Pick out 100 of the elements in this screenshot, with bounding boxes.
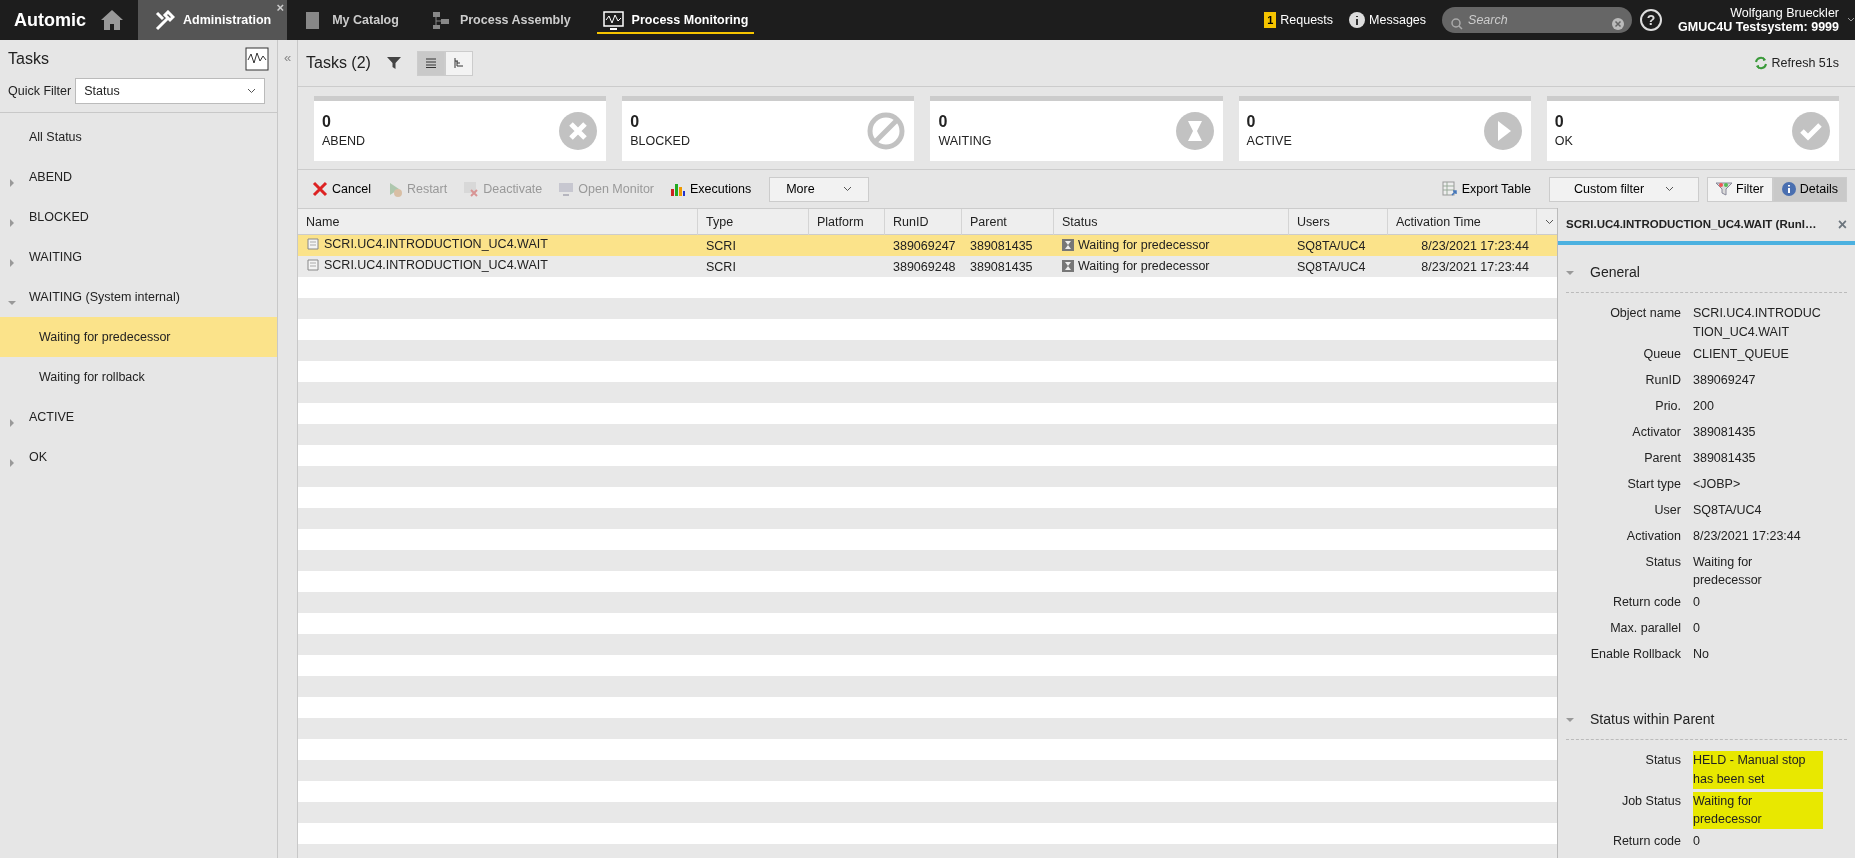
- table-cell: 389081435: [970, 238, 1033, 253]
- field-value: Waiting for predecessor: [1693, 791, 1823, 829]
- check-circle-icon: [1791, 111, 1831, 151]
- info-icon: [1781, 182, 1796, 196]
- section-header[interactable]: General: [1566, 253, 1847, 293]
- tree-item[interactable]: Waiting for predecessor: [0, 317, 277, 357]
- more-dropdown[interactable]: More: [769, 176, 870, 202]
- field-label: Parent: [1643, 449, 1682, 467]
- field-value: 0: [1693, 594, 1701, 611]
- chevron-down-icon[interactable]: [247, 88, 257, 94]
- status-label: OK: [1554, 133, 1573, 150]
- status-card[interactable]: 0 BLOCKED: [622, 96, 915, 161]
- tree-item[interactable]: Waiting for rollback: [0, 357, 277, 397]
- script-icon: [306, 237, 320, 252]
- chevron-down-icon[interactable]: [1847, 17, 1855, 23]
- table-cell: 389069247: [893, 238, 956, 253]
- nav-tab[interactable]: Process Assembly: [414, 0, 587, 40]
- script-icon: [306, 258, 320, 273]
- custom-filter-dropdown[interactable]: Custom filter: [1549, 176, 1699, 202]
- table-cell: 8/23/2021 17:23:44: [1421, 238, 1529, 253]
- help-button[interactable]: ?: [1640, 9, 1663, 31]
- caret-down-icon: [1566, 715, 1574, 724]
- section-title: General: [1590, 263, 1640, 282]
- status-card[interactable]: 0 ACTIVE: [1238, 96, 1531, 161]
- hourglass-icon: [1062, 238, 1074, 251]
- status-card[interactable]: 0 ABEND: [314, 96, 607, 161]
- field-label: Max. parallel: [1609, 620, 1682, 637]
- close-icon[interactable]: ×: [276, 0, 285, 18]
- system-name[interactable]: GMUC4U Testsystem: 9999: [1678, 20, 1839, 35]
- tools-icon: [154, 9, 175, 31]
- chevron-down-icon[interactable]: [843, 186, 853, 192]
- play-icon: [1482, 111, 1523, 151]
- field-label: RunID: [1644, 371, 1682, 389]
- table-cell: 389069248: [893, 259, 956, 274]
- status-card[interactable]: 0 OK: [1546, 96, 1839, 161]
- tree-item[interactable]: WAITING: [0, 237, 277, 277]
- table-cell-text: Waiting for predecessor: [1078, 236, 1210, 254]
- status-count: 0: [322, 112, 332, 133]
- table-row[interactable]: SCRI.UC4.INTRODUCTION_UC4.WAIT SCRI 389069247 389081435 Waiting for predecessor SQ8TA/UC4 8/23/2021 17:23:44: [298, 235, 1557, 256]
- chevron-down-icon[interactable]: [1545, 219, 1554, 225]
- field-value: 0: [1693, 620, 1701, 637]
- nav-tab[interactable]: Administration ×: [138, 0, 288, 40]
- page-title: Tasks (2): [306, 53, 371, 73]
- field-label: Start type: [1626, 475, 1682, 493]
- status-label: ACTIVE: [1246, 133, 1292, 150]
- toolbar-button[interactable]: Executions: [664, 177, 758, 201]
- section-title: Status within Parent: [1590, 710, 1715, 729]
- toggle-button[interactable]: Filter: [1707, 176, 1773, 202]
- field-label: Status: [1644, 553, 1682, 571]
- caret-down-icon: [1566, 268, 1574, 277]
- status-label: ABEND: [322, 133, 366, 150]
- user-name: Wolfgang Brueckler: [1730, 5, 1839, 20]
- nav-tab[interactable]: My Catalog: [287, 0, 415, 40]
- home-icon[interactable]: [100, 9, 124, 31]
- table-export-icon: [1441, 181, 1458, 197]
- tree-item[interactable]: WAITING (System internal): [0, 277, 277, 317]
- table-row[interactable]: SCRI.UC4.INTRODUCTION_UC4.WAIT SCRI 389069248 389081435 Waiting for predecessor SQ8TA/UC4 8/23/2021 17:23:44: [298, 256, 1557, 277]
- field-value: SQ8TA/UC4: [1693, 501, 1763, 519]
- tree-icon: [453, 58, 464, 69]
- list-view-toggle[interactable]: [416, 50, 445, 76]
- hierarchy-icon: [430, 9, 452, 31]
- field-label: User: [1653, 501, 1682, 519]
- status-count: 0: [1246, 112, 1257, 133]
- filter-icon[interactable]: [386, 56, 401, 70]
- refresh-button[interactable]: Refresh 51s: [1771, 53, 1839, 73]
- field-value: 389081435: [1693, 449, 1757, 467]
- toolbar-button[interactable]: Cancel: [306, 177, 377, 201]
- tree-item[interactable]: OK: [0, 437, 277, 477]
- funnel-icon: [1716, 182, 1732, 196]
- nav-tab[interactable]: Process Monitoring: [586, 0, 765, 40]
- tree-item[interactable]: All Status: [0, 117, 277, 157]
- toggle-button[interactable]: Details: [1772, 176, 1847, 202]
- table-cell-text: Waiting for predecessor: [1078, 257, 1210, 275]
- messages-link[interactable]: Messages: [1369, 10, 1427, 30]
- hourglass-icon: [1062, 259, 1074, 272]
- status-card[interactable]: 0 WAITING: [930, 96, 1223, 161]
- chevron-down-icon[interactable]: [1665, 186, 1674, 192]
- tree-item[interactable]: BLOCKED: [0, 197, 277, 237]
- requests-link[interactable]: Requests: [1280, 10, 1334, 30]
- section-header[interactable]: Status within Parent: [1566, 700, 1847, 740]
- field-value: Waiting for predecessor: [1693, 553, 1763, 590]
- filter-label: Quick Filter: [8, 82, 72, 100]
- table-cell: 8/23/2021 17:23:44: [1421, 259, 1529, 274]
- close-button[interactable]: ×: [1837, 212, 1847, 237]
- tree-item[interactable]: ACTIVE: [0, 397, 277, 437]
- tree-view-toggle[interactable]: [444, 50, 473, 76]
- search-field[interactable]: Search: [1442, 7, 1633, 33]
- chart-icon[interactable]: [245, 47, 269, 71]
- field-value: HELD - Manual stop has been set: [1693, 751, 1823, 789]
- field-label: Return code: [1611, 833, 1682, 850]
- field-label: Activation: [1625, 527, 1682, 545]
- table-cell-text: SCRI.UC4.INTRODUCTION_UC4.WAIT: [324, 257, 548, 274]
- field-label: Enable Rollback: [1589, 646, 1682, 663]
- field-value: CLIENT_QUEUE: [1693, 345, 1790, 363]
- export-button[interactable]: Export Table: [1435, 177, 1537, 201]
- field-value: SCRI.UC4.INTRODUCTION_UC4.WAIT: [1693, 305, 1822, 341]
- field-label: Prio.: [1654, 397, 1682, 415]
- quick-filter-select[interactable]: Status: [75, 78, 266, 104]
- refresh-icon: [1753, 56, 1768, 70]
- tree-item[interactable]: ABEND: [0, 157, 277, 197]
